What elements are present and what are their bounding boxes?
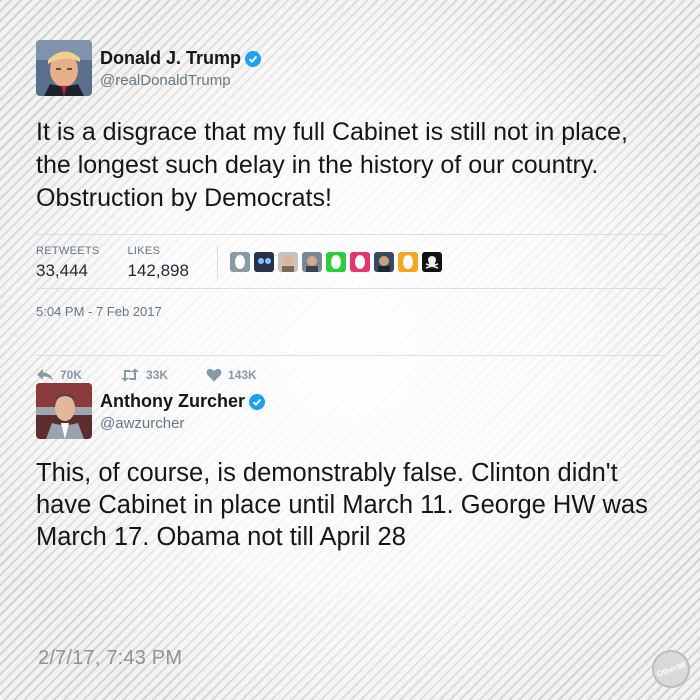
tweet-header: Donald J. Trump @realDonaldTrump: [36, 40, 666, 100]
liker-avatar[interactable]: [373, 251, 394, 272]
watermark-logo: Other98: [646, 644, 696, 694]
liker-avatar[interactable]: [349, 251, 370, 272]
tweet-text: It is a disgrace that my full Cabinet is…: [36, 118, 628, 212]
liker-avatar[interactable]: [229, 251, 250, 272]
retweets-stat[interactable]: RETWEETS 33,444: [36, 243, 100, 281]
liker-avatar[interactable]: [301, 251, 322, 272]
verified-badge-icon: [245, 50, 262, 67]
tweet-original: Donald J. Trump @realDonaldTrump It is a…: [36, 40, 666, 382]
tweet-timestamp[interactable]: 5:04 PM - 7 Feb 2017: [36, 300, 666, 356]
display-name[interactable]: Anthony Zurcher: [100, 391, 245, 412]
display-name[interactable]: Donald J. Trump: [100, 48, 241, 69]
avatar[interactable]: [36, 383, 92, 439]
tweet-reply: Anthony Zurcher @awzurcher This, of cour…: [36, 383, 666, 553]
likes-count: 142,898: [127, 260, 189, 280]
tweet-stats: RETWEETS 33,444 LIKES 142,898: [36, 234, 666, 289]
like-count: 143K: [228, 368, 257, 382]
retweet-icon: [121, 368, 140, 382]
reply-icon: [37, 369, 53, 381]
liker-avatar[interactable]: [421, 251, 442, 272]
reply-count: 70K: [60, 368, 83, 382]
verified-badge-icon: [249, 393, 266, 410]
user-handle[interactable]: @realDonaldTrump: [100, 72, 261, 89]
heart-icon: [206, 368, 222, 382]
likes-stat[interactable]: LIKES 142,898: [128, 243, 189, 281]
avatar[interactable]: [36, 40, 92, 96]
tweet-text: This, of course, is demonstrably false. …: [36, 459, 648, 551]
liker-avatar[interactable]: [253, 251, 274, 272]
like-button[interactable]: 143K: [206, 368, 257, 382]
retweet-count: 33K: [146, 368, 169, 382]
liker-avatar[interactable]: [325, 251, 346, 272]
liker-avatar[interactable]: [277, 251, 298, 272]
user-handle[interactable]: @awzurcher: [100, 415, 265, 432]
tweet-actions: 70K 33K 143K: [36, 368, 666, 382]
tweet-header: Anthony Zurcher @awzurcher: [36, 383, 666, 443]
reply-button[interactable]: 70K: [36, 368, 82, 382]
retweet-button[interactable]: 33K: [120, 368, 168, 382]
footer-timestamp: 2/7/17, 7:43 PM: [38, 647, 183, 669]
liker-avatar[interactable]: [397, 251, 418, 272]
retweets-count: 33,444: [36, 260, 88, 280]
liker-avatars: [216, 245, 446, 278]
